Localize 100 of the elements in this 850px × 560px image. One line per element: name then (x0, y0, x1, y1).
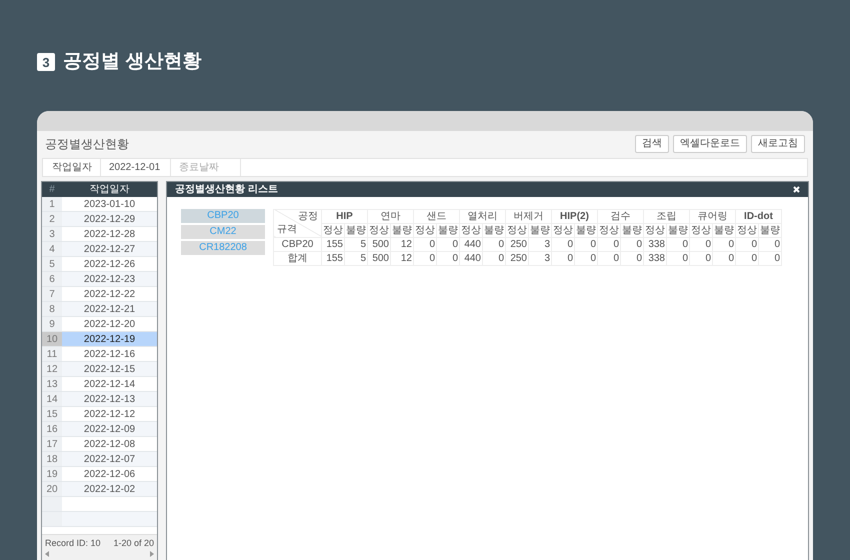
row-number: 9 (42, 316, 62, 330)
toolbar-button[interactable]: 검색 (635, 135, 669, 153)
table-cell: 0 (552, 237, 574, 251)
column-header: 정상 (736, 223, 758, 237)
corner-header: 공정 규격 (274, 209, 322, 237)
date-cell[interactable]: 2022-12-19 (62, 332, 157, 346)
table-cell: 0 (712, 237, 736, 251)
date-cell[interactable]: 2022-12-23 (62, 272, 157, 286)
table-cell: 0 (482, 251, 506, 265)
row-number: 19 (42, 466, 62, 480)
table-cell: 5 (344, 237, 368, 251)
horizontal-scrollbar[interactable] (42, 548, 157, 560)
date-cell[interactable]: 2022-12-06 (62, 466, 157, 480)
column-header: 정상 (644, 223, 666, 237)
table-cell: 0 (414, 237, 436, 251)
column-header: 정상 (506, 223, 528, 237)
table-cell: 0 (736, 237, 758, 251)
table-cell: 0 (482, 237, 506, 251)
date-cell[interactable]: 2022-12-29 (62, 212, 157, 226)
column-header: 연마 (368, 209, 414, 223)
table-cell: 0 (598, 251, 620, 265)
row-number: 7 (42, 286, 62, 300)
column-header: HIP (322, 209, 368, 223)
row-number: 4 (42, 242, 62, 256)
table-cell: 0 (736, 251, 758, 265)
column-header: 열처리 (460, 209, 506, 223)
row-number: 1 (42, 196, 62, 210)
table-cell: 0 (690, 251, 712, 265)
column-header: 버제거 (506, 209, 552, 223)
date-cell[interactable]: 2022-12-20 (62, 316, 157, 330)
column-header: 정상 (322, 223, 344, 237)
column-header: 정상 (368, 223, 390, 237)
row-number: 10 (42, 332, 62, 346)
table-cell: 12 (390, 237, 414, 251)
column-header: 불량 (712, 223, 736, 237)
toolbar-button[interactable]: 엑셀다운로드 (673, 135, 747, 153)
panel-title: 공정별생산현황 리스트 (175, 182, 278, 196)
table-cell: 440 (460, 251, 482, 265)
right-arrow-icon[interactable] (150, 551, 154, 557)
table-cell: 0 (690, 237, 712, 251)
column-header: 불량 (344, 223, 368, 237)
toolbar-button[interactable]: 새로고침 (751, 135, 805, 153)
date-cell[interactable]: 2022-12-16 (62, 346, 157, 360)
column-header: 조립 (644, 209, 690, 223)
column-header: 불량 (436, 223, 460, 237)
table-cell: 155 (322, 251, 344, 265)
table-cell: 3 (528, 237, 552, 251)
table-cell: 12 (390, 251, 414, 265)
left-arrow-icon[interactable] (45, 551, 49, 557)
table-cell: 0 (758, 251, 782, 265)
table-cell: 500 (368, 237, 390, 251)
column-header: 정상 (598, 223, 620, 237)
column-header: 불량 (620, 223, 644, 237)
date-cell[interactable]: 2022-12-12 (62, 406, 157, 420)
table-cell: 0 (666, 251, 690, 265)
section-number: 3 (37, 53, 55, 72)
table-cell: 0 (574, 237, 598, 251)
close-icon[interactable] (793, 186, 800, 192)
date-cell[interactable]: 2022-12-02 (62, 482, 157, 496)
column-header: 검수 (598, 209, 644, 223)
date-cell[interactable]: 2022-12-08 (62, 436, 157, 450)
date-cell[interactable]: 2022-12-13 (62, 392, 157, 406)
table-cell: 0 (552, 251, 574, 265)
table-cell: 0 (436, 251, 460, 265)
table-cell: 500 (368, 251, 390, 265)
row-number: 8 (42, 302, 62, 316)
date-cell[interactable]: 2022-12-26 (62, 256, 157, 270)
table-cell: 5 (344, 251, 368, 265)
row-number: 5 (42, 256, 62, 270)
section-title: 공정별 생산현황 (63, 50, 202, 74)
table-cell: 0 (712, 251, 736, 265)
column-header: 정상 (414, 223, 436, 237)
date-cell[interactable]: 2022-12-15 (62, 362, 157, 376)
row-label: 합계 (274, 251, 322, 265)
date-cell[interactable]: 2022-12-21 (62, 302, 157, 316)
row-number: 12 (42, 362, 62, 376)
date-cell[interactable]: 2023-01-10 (62, 196, 157, 210)
row-number: 20 (42, 482, 62, 496)
table-cell: 0 (436, 237, 460, 251)
table-cell: 0 (414, 251, 436, 265)
column-header: 정상 (460, 223, 482, 237)
column-header: 불량 (574, 223, 598, 237)
row-number: 11 (42, 346, 62, 360)
date-cell[interactable]: 2022-12-14 (62, 376, 157, 390)
date-cell[interactable]: 2022-12-27 (62, 242, 157, 256)
table-cell: 250 (506, 237, 528, 251)
date-cell[interactable]: 2022-12-09 (62, 422, 157, 436)
row-label: CBP20 (274, 237, 322, 251)
table-cell: 440 (460, 237, 482, 251)
date-cell[interactable]: 2022-12-22 (62, 286, 157, 300)
row-number: 15 (42, 406, 62, 420)
column-header: 정상 (552, 223, 574, 237)
column-header: 정상 (690, 223, 712, 237)
window-title: 공정별생산현황 (45, 136, 129, 153)
table-cell: 3 (528, 251, 552, 265)
record-id-text: Record ID: 10 (45, 536, 101, 546)
date-cell[interactable]: 2022-12-07 (62, 452, 157, 466)
date-cell[interactable]: 2022-12-28 (62, 226, 157, 240)
row-number: 17 (42, 436, 62, 450)
table-cell: 0 (598, 237, 620, 251)
